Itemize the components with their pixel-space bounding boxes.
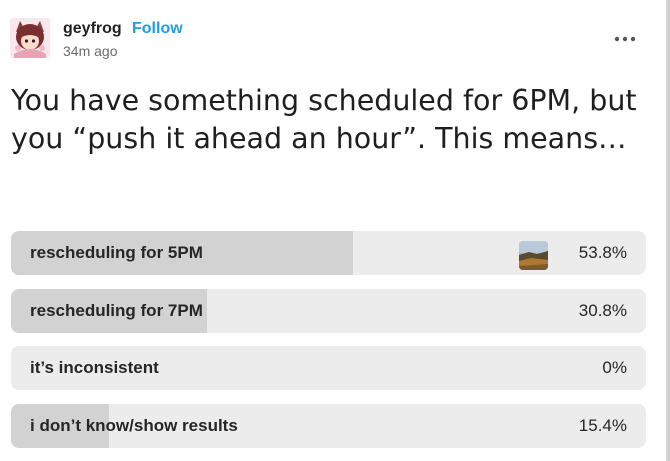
poll-option-label: it’s inconsistent [30, 358, 159, 377]
poll-option-label: i don’t know/show results [30, 416, 238, 435]
more-options-icon[interactable] [613, 27, 637, 51]
poll-option-2[interactable]: rescheduling for 7PM 30.8% [11, 289, 646, 333]
poll-option-1[interactable]: rescheduling for 5PM 53.8% [11, 231, 646, 275]
window-edge [666, 0, 670, 461]
avatar[interactable] [10, 18, 50, 58]
voter-avatar [519, 241, 548, 270]
poll-option-percent: 0% [602, 358, 627, 377]
poll-option-percent: 15.4% [578, 416, 627, 435]
poll-option-3[interactable]: it’s inconsistent 0% [11, 346, 646, 390]
author-name[interactable]: geyfrog [63, 20, 122, 38]
poll-option-label: rescheduling for 5PM [30, 243, 203, 262]
poll-question: You have something scheduled for 6PM, bu… [11, 84, 637, 155]
poll-option-label: rescheduling for 7PM [30, 301, 203, 320]
poll-option-4[interactable]: i don’t know/show results 15.4% [11, 404, 646, 448]
post-header: geyfrog Follow 34m ago [10, 14, 650, 62]
follow-button[interactable]: Follow [132, 20, 183, 38]
poll-option-percent: 53.8% [578, 243, 627, 262]
poll-option-percent: 30.8% [578, 301, 627, 320]
post-timestamp: 34m ago [63, 43, 118, 59]
